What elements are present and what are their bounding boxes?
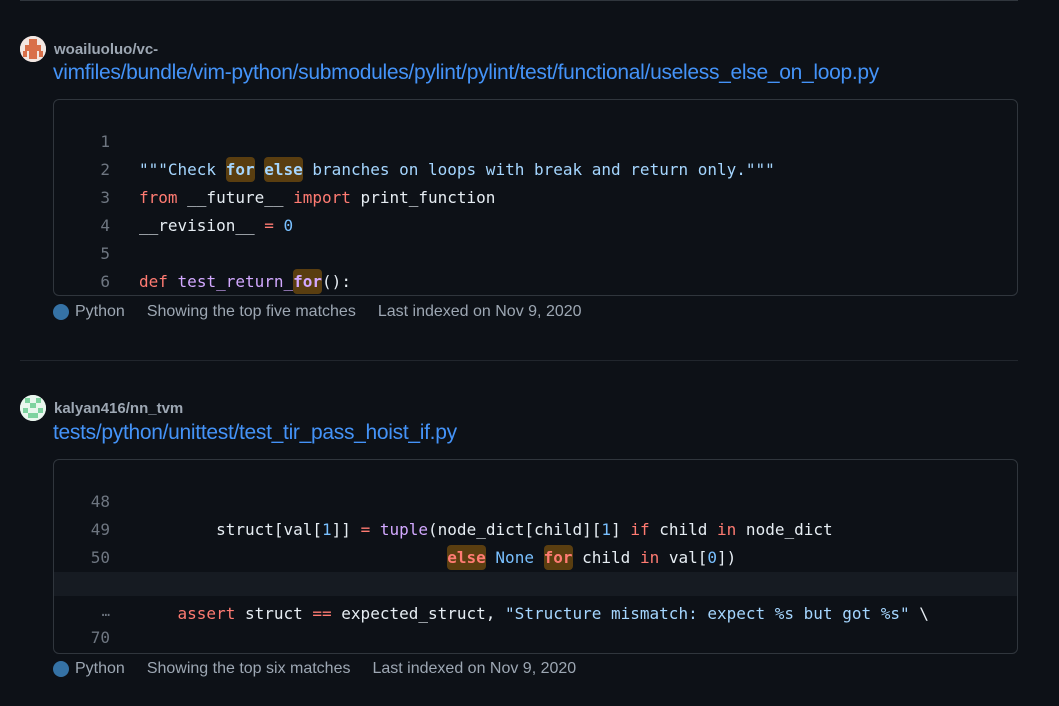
code-line: 6 """else + return is not accetable.""": [54, 240, 1017, 291]
code-line: 70 new_stmt = tvm.testing.HoistIfThenEls…: [54, 596, 1017, 647]
language-color-dot: [53, 304, 69, 320]
repo-row[interactable]: kalyan416/nn_tvm: [20, 394, 183, 422]
avatar[interactable]: [20, 36, 46, 62]
code-line: 48 struct[val[1]] = tuple(node_dict[chil…: [54, 460, 1017, 539]
code-snippet: 1 """Check for else branches on loops wi…: [53, 99, 1018, 296]
language-color-dot: [53, 661, 69, 677]
code-line: 1 """Check for else branches on loops wi…: [54, 100, 1017, 182]
indexed-date: Last indexed on Nov 9, 2020: [372, 660, 577, 677]
code-line: 5 def test_return_for():: [54, 212, 1017, 294]
code-line: 3 __revision__ = 0: [54, 156, 1017, 235]
code-line: 49 else None for child in val[0]): [54, 488, 1017, 570]
repo-name-link[interactable]: kalyan416/nn_tvm: [54, 400, 183, 417]
repo-row[interactable]: woailuoluo/vc-: [20, 35, 158, 63]
file-path-link[interactable]: tests/python/unittest/test_tir_pass_hois…: [53, 421, 457, 445]
result-meta: Python Showing the top six matches Last …: [53, 657, 598, 681]
code-line: 51 assert struct == expected_struct, "St…: [54, 544, 1017, 623]
language-label: Python: [75, 660, 125, 677]
code-line: 7 for i in range(10):: [54, 268, 1017, 295]
collapsed-lines-gap[interactable]: …: [54, 572, 1017, 620]
code-line: 71 expected_struct = {('For', 'k'): (Non…: [54, 624, 1017, 652]
code-line: 50: [54, 516, 1017, 567]
language-label: Python: [75, 303, 125, 320]
result-divider: [20, 360, 1018, 361]
line-number[interactable]: 71: [54, 652, 110, 653]
result-meta: Python Showing the top five matches Last…: [53, 300, 604, 324]
matches-link[interactable]: Showing the top five matches: [147, 303, 356, 321]
repo-name-link[interactable]: woailuoluo/vc-: [54, 41, 158, 58]
matches-link[interactable]: Showing the top six matches: [147, 660, 351, 678]
indexed-date: Last indexed on Nov 9, 2020: [377, 303, 582, 320]
code-snippet: 48 struct[val[1]] = tuple(node_dict[chil…: [53, 459, 1018, 654]
file-path-link[interactable]: vimfiles/bundle/vim-python/submodules/py…: [53, 61, 879, 85]
code-text: new_stmt = tvm.testing.HoistIfThenElse(s…: [139, 652, 601, 653]
top-divider: [20, 0, 1018, 1]
code-line: 2 from __future__ import print_function: [54, 128, 1017, 207]
avatar[interactable]: [20, 395, 46, 421]
code-line: 4: [54, 184, 1017, 235]
